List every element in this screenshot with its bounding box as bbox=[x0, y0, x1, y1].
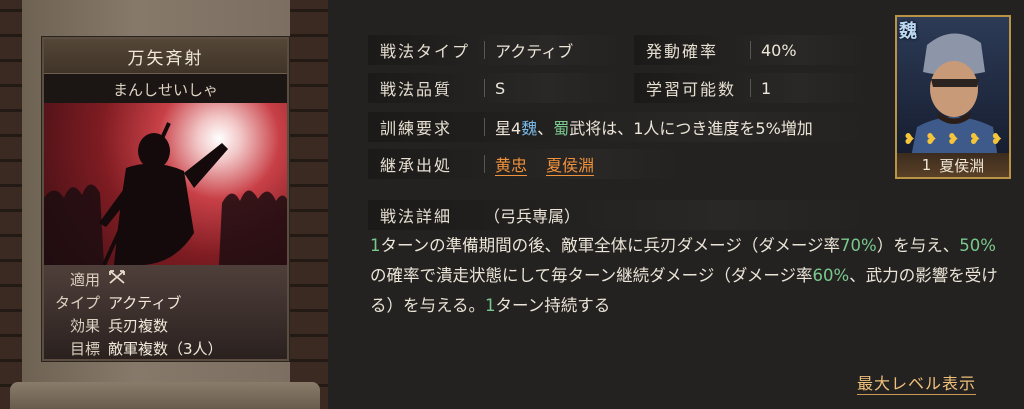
field-tactic-type: 戦法タイプ アクティブ bbox=[368, 35, 624, 65]
card-reading: まんしせいしゃ bbox=[44, 75, 287, 103]
scroll-roller bbox=[10, 382, 320, 409]
divider bbox=[484, 155, 485, 173]
divider bbox=[484, 118, 485, 136]
field-label: 訓練要求 bbox=[380, 119, 453, 138]
info-key: タイプ bbox=[54, 293, 100, 312]
desc-number: 50% bbox=[959, 236, 996, 255]
desc-text: の確率で潰走状態にして毎ターン継続ダメージ（ダメージ率 bbox=[370, 266, 813, 285]
desc-number: 70% bbox=[840, 236, 877, 255]
info-value: 兵刃複数 bbox=[108, 316, 169, 335]
star-icon: ❥ bbox=[903, 130, 916, 148]
divider bbox=[750, 41, 751, 59]
field-tactic-quality: 戦法品質 S bbox=[368, 73, 624, 103]
star-rating: ❥ ❥ ❥ ❥ ❥ bbox=[903, 130, 1003, 148]
field-learnable-count: 学習可能数 1 bbox=[634, 73, 870, 103]
inherit-source-link[interactable]: 黄忠 bbox=[495, 156, 528, 176]
field-tactic-detail: 戦法詳細 （弓兵専属） bbox=[368, 200, 874, 230]
star-icon: ❥ bbox=[990, 130, 1003, 148]
field-training-requirement: 訓練要求 星4魏、蜀武将は、1人につき進度を5%増加 bbox=[368, 112, 874, 142]
field-label: 戦法タイプ bbox=[380, 42, 471, 61]
general-count: 1 bbox=[921, 156, 932, 174]
field-value: 星4魏、蜀武将は、1人につき進度を5%増加 bbox=[495, 115, 813, 139]
crossbow-icon bbox=[108, 269, 126, 289]
max-level-link[interactable]: 最大レベル表示 bbox=[857, 370, 977, 395]
field-inherit-source: 継承出処 黄忠 夏侯淵 bbox=[368, 149, 684, 179]
tactic-card: 万矢斉射 まんしせいしゃ 適用 タイプ アクティブ 効果 兵刃複数 目標 敵軍複… bbox=[42, 37, 289, 361]
general-name-bar: 1 夏侯淵 bbox=[897, 153, 1009, 177]
divider bbox=[750, 79, 751, 97]
desc-number: 1 bbox=[370, 236, 381, 255]
info-key: 目標 bbox=[69, 339, 100, 358]
desc-number: 1 bbox=[485, 296, 496, 315]
card-info: 適用 タイプ アクティブ 効果 兵刃複数 目標 敵軍複数（3人） bbox=[44, 265, 287, 359]
info-row-effect: 効果 兵刃複数 bbox=[44, 314, 287, 336]
info-key: 効果 bbox=[69, 316, 100, 335]
field-label: 戦法品質 bbox=[380, 80, 453, 99]
brick-wall-right bbox=[290, 0, 328, 409]
faction-shu: 蜀 bbox=[553, 119, 570, 138]
train-value-part: 、 bbox=[537, 119, 554, 138]
field-value: 黄忠 夏侯淵 bbox=[495, 152, 608, 176]
inherit-source-link[interactable]: 夏侯淵 bbox=[546, 156, 595, 176]
field-label: 学習可能数 bbox=[646, 80, 737, 99]
train-value-part: 武将は、1人につき進度を5%増加 bbox=[569, 119, 813, 138]
divider bbox=[484, 41, 485, 59]
divider bbox=[484, 79, 485, 97]
general-name: 夏侯淵 bbox=[939, 156, 985, 175]
info-value: 敵軍複数（3人） bbox=[108, 339, 223, 358]
info-value: アクティブ bbox=[108, 293, 182, 312]
desc-number: 60% bbox=[812, 266, 850, 285]
field-value: 1 bbox=[761, 78, 772, 98]
general-portrait-card[interactable]: 魏 ❥ ❥ ❥ ❥ ❥ 1 夏侯淵 bbox=[895, 15, 1011, 179]
star-icon: ❥ bbox=[968, 130, 982, 148]
card-title: 万矢斉射 bbox=[44, 39, 287, 74]
desc-text: ターンの準備期間の後、敵軍全体に兵刃ダメージ（ダメージ率 bbox=[380, 236, 841, 255]
info-row-type: タイプ アクティブ bbox=[44, 291, 287, 313]
field-activation-rate: 発動確率 40% bbox=[634, 35, 870, 65]
field-label: 継承出処 bbox=[380, 156, 453, 175]
field-value: 40% bbox=[761, 40, 797, 60]
info-row-target: 目標 敵軍複数（3人） bbox=[44, 337, 287, 359]
tactic-artwork bbox=[44, 103, 287, 265]
train-value-part: 星4 bbox=[495, 119, 522, 138]
field-label: 戦法詳細 bbox=[380, 207, 453, 226]
desc-text: ターン持続する bbox=[495, 296, 611, 315]
field-value: S bbox=[495, 78, 506, 98]
desc-text: ）を与え、 bbox=[876, 236, 960, 255]
info-key: 適用 bbox=[69, 270, 100, 289]
field-value: アクティブ bbox=[495, 42, 574, 61]
star-icon: ❥ bbox=[924, 130, 938, 148]
info-row-apply: 適用 bbox=[44, 268, 287, 290]
faction-badge: 魏 bbox=[899, 21, 917, 42]
faction-wei: 魏 bbox=[521, 119, 538, 138]
star-icon: ❥ bbox=[946, 130, 960, 148]
archer-silhouette-image bbox=[44, 122, 287, 265]
tactic-description: 1ターンの準備期間の後、敵軍全体に兵刃ダメージ（ダメージ率70%）を与え、50%… bbox=[370, 231, 1010, 321]
field-label: 発動確率 bbox=[646, 42, 719, 61]
detail-tag: （弓兵専属） bbox=[484, 207, 581, 226]
